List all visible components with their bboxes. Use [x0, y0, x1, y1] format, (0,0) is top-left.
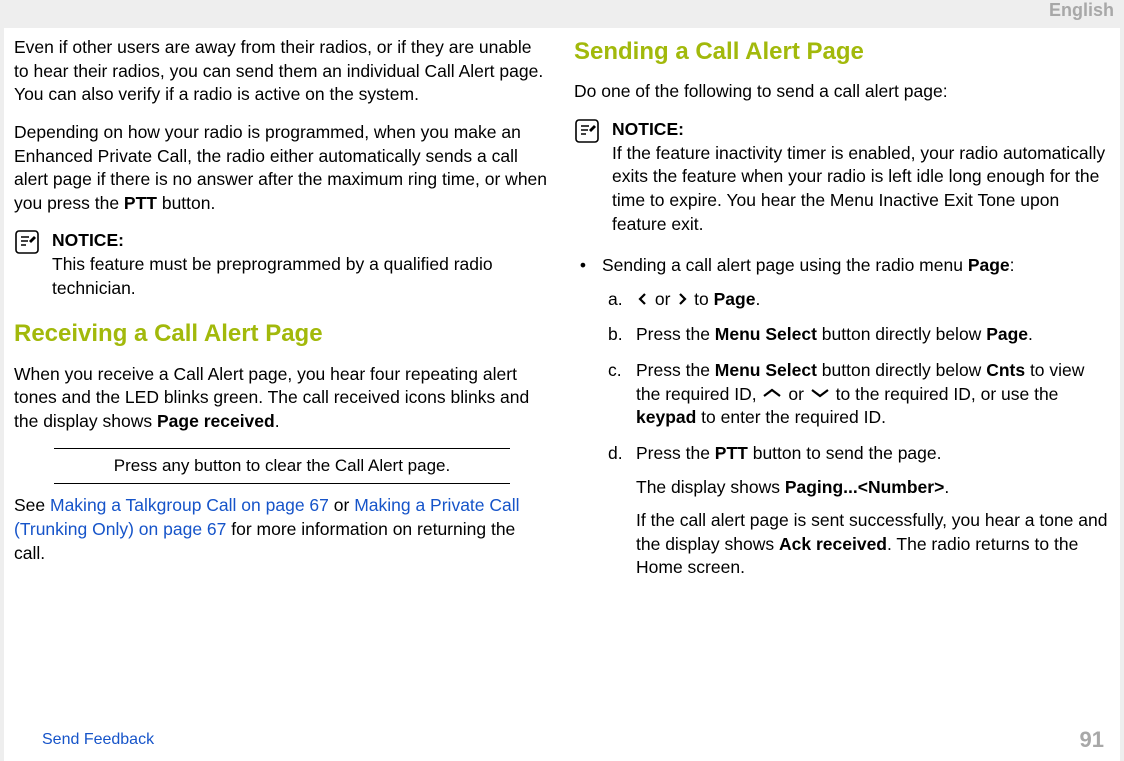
notice-body-left: NOTICE: This feature must be preprogramm… [52, 229, 550, 300]
bullet-dot: • [574, 254, 592, 278]
intro-paragraph-1: Even if other users are away from their … [14, 36, 550, 107]
display-page-a: Page [714, 289, 756, 309]
notice-label-right: NOTICE: [612, 118, 1110, 142]
d-pre: Press the [636, 443, 715, 463]
step-a-or: or [650, 289, 675, 309]
bullet-sending-menu: • Sending a call alert page using the ra… [574, 254, 1110, 278]
notice-block-right: NOTICE: If the feature inactivity timer … [574, 118, 1110, 236]
menu-select-c: Menu Select [715, 360, 817, 380]
language-indicator: English [1049, 0, 1114, 20]
step-a-to: to [689, 289, 713, 309]
notice-icon [574, 118, 600, 144]
display-paging-number: Paging...<Number> [785, 477, 944, 497]
send-feedback-link[interactable]: Send Feedback [42, 731, 154, 749]
step-c-text: Press the Menu Select button directly be… [636, 359, 1110, 430]
content-area: Even if other users are away from their … [4, 28, 1120, 719]
step-a-text: or to Page. [636, 288, 1110, 312]
step-a-label: a. [608, 288, 628, 312]
ptt-label-d: PTT [715, 443, 748, 463]
step-d-label: d. [608, 442, 628, 590]
ordered-steps: a. or to Page. b. Press the Menu Select … [574, 288, 1110, 590]
d2-post: . [944, 477, 949, 497]
notice-block-left: NOTICE: This feature must be preprogramm… [14, 229, 550, 300]
see-mid: or [329, 495, 354, 515]
receiving-paragraph: When you receive a Call Alert page, you … [14, 363, 550, 434]
b-mid: button directly below [817, 324, 986, 344]
step-d: d. Press the PTT button to send the page… [608, 442, 1110, 590]
display-page-received: Page received [157, 411, 275, 431]
notice-text-left: This feature must be preprogrammed by a … [52, 254, 493, 298]
step-b: b. Press the Menu Select button directly… [608, 323, 1110, 347]
recv-b: . [275, 411, 280, 431]
d-line2: The display shows Paging...<Number>. [636, 476, 1110, 500]
press-any-button-text: Press any button to clear the Call Alert… [14, 455, 550, 478]
step-c-label: c. [608, 359, 628, 430]
left-column: Even if other users are away from their … [14, 36, 550, 719]
page-root: English Even if other users are away fro… [0, 0, 1124, 761]
display-ack-received: Ack received [779, 534, 887, 554]
d-post: button to send the page. [748, 443, 942, 463]
p2-post: button. [157, 193, 215, 213]
step-d-text: Press the PTT button to send the page. T… [636, 442, 1110, 590]
c-mid: button directly below [817, 360, 986, 380]
b-end: . [1028, 324, 1033, 344]
page-footer: Send Feedback 91 [4, 719, 1120, 761]
bullet-a: Sending a call alert page using the radi… [602, 255, 968, 275]
step-b-text: Press the Menu Select button directly be… [636, 323, 1110, 347]
notice-body-right: NOTICE: If the feature inactivity timer … [612, 118, 1110, 236]
heading-sending: Sending a Call Alert Page [574, 36, 1110, 68]
page-header: English [0, 0, 1124, 28]
notice-icon [14, 229, 40, 255]
sending-intro: Do one of the following to send a call a… [574, 80, 1110, 104]
ptt-label: PTT [124, 193, 157, 213]
display-cnts: Cnts [986, 360, 1025, 380]
rule-bottom [54, 483, 510, 484]
c-mid3: to the required ID, or use the [831, 384, 1059, 404]
d-line3: If the call alert page is sent successfu… [636, 509, 1110, 580]
d2-pre: The display shows [636, 477, 785, 497]
c-pre: Press the [636, 360, 715, 380]
notice-icon-wrap-r [574, 118, 602, 151]
d-line1: Press the PTT button to send the page. [636, 442, 1110, 466]
notice-label-left: NOTICE: [52, 229, 550, 253]
step-c: c. Press the Menu Select button directly… [608, 359, 1110, 430]
left-arrow-icon [636, 292, 650, 306]
heading-receiving: Receiving a Call Alert Page [14, 318, 550, 350]
see-paragraph: See Making a Talkgroup Call on page 67 o… [14, 494, 550, 565]
intro-paragraph-2: Depending on how your radio is programme… [14, 121, 550, 216]
chevron-up-icon [761, 388, 783, 398]
link-talkgroup-call[interactable]: Making a Talkgroup Call on page 67 [50, 495, 329, 515]
bullet-b: : [1010, 255, 1015, 275]
c-or: or [783, 384, 808, 404]
b-pre: Press the [636, 324, 715, 344]
chevron-down-icon [809, 388, 831, 398]
keypad-label: keypad [636, 407, 696, 427]
display-page-bullet: Page [968, 255, 1010, 275]
see-a: See [14, 495, 50, 515]
p2-pre: Depending on how your radio is programme… [14, 122, 547, 213]
notice-icon-wrap [14, 229, 42, 262]
step-b-label: b. [608, 323, 628, 347]
rule-top [54, 448, 510, 449]
notice-text-right: If the feature inactivity timer is enabl… [612, 143, 1105, 234]
c-tail: to enter the required ID. [696, 407, 886, 427]
page-number: 91 [1080, 727, 1104, 753]
step-a: a. or to Page. [608, 288, 1110, 312]
step-a-end: . [755, 289, 760, 309]
menu-select-b: Menu Select [715, 324, 817, 344]
display-page-b: Page [986, 324, 1028, 344]
right-column: Sending a Call Alert Page Do one of the … [574, 36, 1110, 719]
right-arrow-icon [675, 292, 689, 306]
bullet-text: Sending a call alert page using the radi… [602, 254, 1015, 278]
